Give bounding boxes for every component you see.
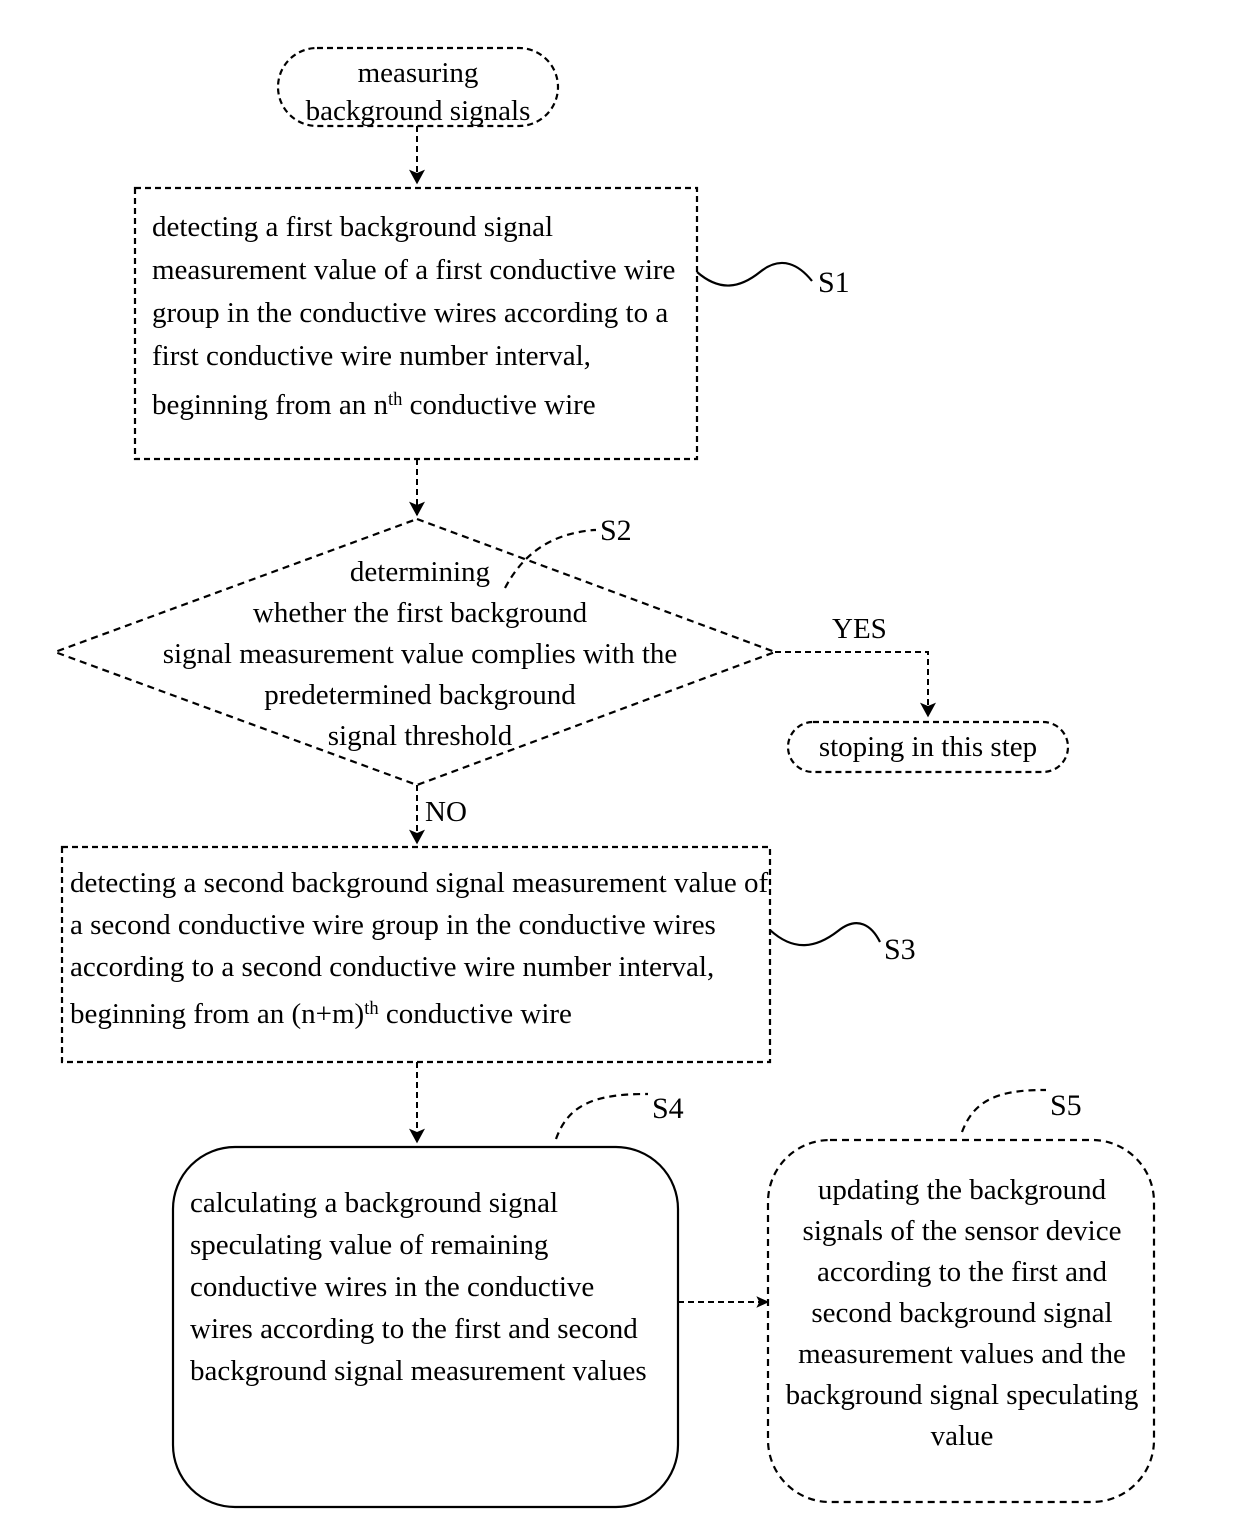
node-s2-line1: determining	[349, 556, 491, 588]
leader-s3	[769, 922, 881, 947]
node-start-label: measuring background signals	[278, 54, 558, 130]
node-s3-label: detecting a second background signal mea…	[70, 862, 770, 1035]
step-label-s2: S2	[600, 514, 632, 547]
branch-label-no: NO	[425, 796, 467, 828]
node-s2-label: determining whether the first background s…	[70, 552, 770, 757]
leader-s5	[960, 1088, 1046, 1133]
step-label-s4: S4	[652, 1092, 684, 1125]
step-label-s3: S3	[884, 933, 916, 966]
leader-s1	[696, 261, 813, 287]
node-s2-line2: whether the first background	[252, 597, 588, 629]
branch-label-yes: YES	[832, 613, 887, 645]
node-start-line1: measuring	[357, 57, 479, 89]
node-start-line2: background signals	[305, 95, 531, 127]
step-label-s5: S5	[1050, 1089, 1082, 1122]
node-s2-line3: signal measurement value complies with t…	[162, 638, 678, 670]
node-s1-text-b: conductive wire	[402, 388, 596, 421]
node-stop-label: stoping in this step	[818, 731, 1038, 763]
connector-s2-yes	[775, 651, 936, 718]
node-s2-line5: signal threshold	[327, 720, 513, 752]
node-s3-text-b: conductive wire	[378, 997, 572, 1030]
node-s1-superscript: th	[387, 389, 403, 410]
flowchart-page: measuring background signals detecting a …	[0, 0, 1240, 1537]
leader-s4	[554, 1092, 648, 1140]
node-s1-label: detecting a first background signal meas…	[152, 206, 700, 427]
node-s5-label: updating the background signals of the s…	[785, 1174, 1146, 1452]
node-s2-line4: predetermined background	[264, 679, 576, 711]
node-s4-label: calculating a background signal speculat…	[190, 1187, 647, 1387]
step-label-s1: S1	[818, 266, 850, 299]
node-s3-superscript: th	[364, 998, 379, 1019]
